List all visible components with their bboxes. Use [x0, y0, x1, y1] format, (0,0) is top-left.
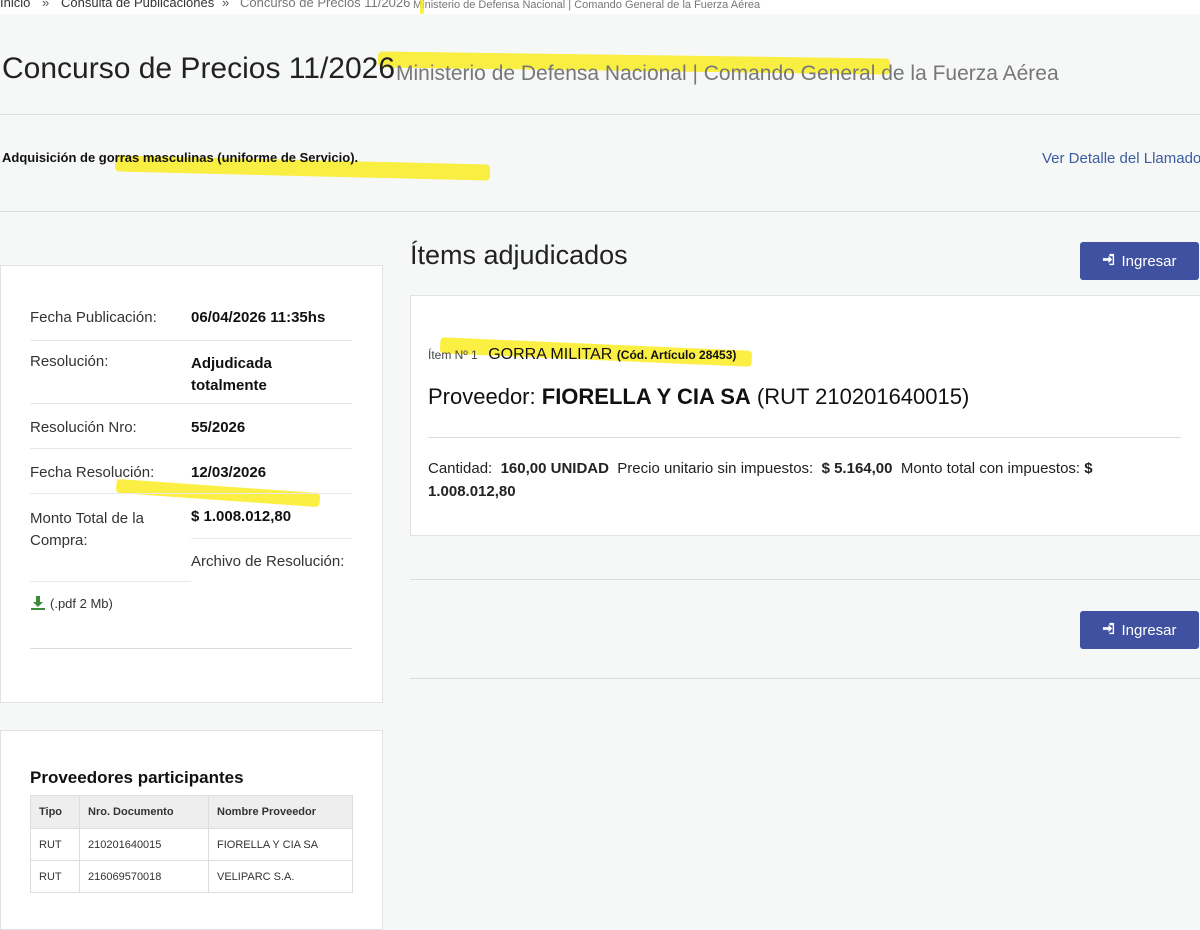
- value-resolucion-nro: 55/2026: [191, 419, 246, 436]
- label-archivo-resolucion: Archivo de Resolución:: [191, 553, 345, 570]
- value-fecha-resolucion: 12/03/2026: [191, 464, 267, 481]
- cantidad-value: 160,00 UNIDAD: [500, 460, 609, 477]
- item-title: Ítem Nº 1 GORRA MILITAR (Cód. Artículo 2…: [428, 346, 736, 364]
- detail-link[interactable]: Ver Detalle del Llamado: [1042, 150, 1200, 167]
- items-heading: Ítems adjudicados: [410, 240, 628, 270]
- ingresar-button-top[interactable]: Ingresar: [1080, 242, 1199, 280]
- value-fecha-publicacion: 06/04/2026 11:35hs: [191, 309, 326, 326]
- item-number: Ítem Nº 1: [428, 348, 478, 362]
- item-proveedor: Proveedor: FIORELLA Y CIA SA (RUT 210201…: [428, 384, 969, 410]
- ingresar-label: Ingresar: [1121, 252, 1177, 270]
- sign-in-icon: [1102, 253, 1115, 270]
- item-details: Cantidad: 160,00 UNIDAD Precio unitario …: [428, 457, 1128, 503]
- label-resolucion: Resolución:: [30, 353, 109, 370]
- cell-tipo: RUT: [30, 860, 80, 893]
- breadcrumb-current-org: Ministerio de Defensa Nacional | Comando…: [413, 0, 761, 11]
- value-monto-total: $ 1.008.012,80: [191, 508, 292, 525]
- proveedores-table: Tipo Nro. Documento Nombre Proveedor RUT…: [30, 795, 353, 893]
- item-name: GORRA MILITAR: [488, 346, 613, 363]
- file-info: (.pdf 2 Mb): [50, 595, 113, 611]
- table-header-row: Tipo Nro. Documento Nombre Proveedor: [30, 795, 353, 829]
- value-resolucion: Adjudicada totalmente: [191, 355, 272, 394]
- column-header-tipo: Tipo: [30, 795, 80, 829]
- cell-documento: 216069570018: [79, 860, 209, 893]
- proveedor-rut: (RUT 210201640015): [756, 384, 970, 409]
- table-row: RUT 216069570018 VELIPARC S.A.: [30, 860, 353, 893]
- call-description: Adquisición de gorras masculinas (unifor…: [2, 150, 359, 165]
- label-resolucion-nro: Resolución Nro:: [30, 419, 137, 436]
- breadcrumb-consulta[interactable]: Consulta de Publicaciones: [61, 0, 214, 10]
- proveedores-title: Proveedores participantes: [30, 768, 244, 787]
- column-header-documento: Nro. Documento: [79, 795, 209, 829]
- table-row: RUT 210201640015 FIORELLA Y CIA SA: [30, 828, 353, 861]
- proveedor-name: FIORELLA Y CIA SA: [541, 384, 751, 409]
- ingresar-label: Ingresar: [1121, 621, 1177, 639]
- label-monto-total: Monto Total de la Compra:: [30, 510, 144, 549]
- cantidad-label: Cantidad:: [428, 460, 493, 477]
- column-header-nombre: Nombre Proveedor: [208, 795, 353, 829]
- precio-value: $ 5.164,00: [821, 460, 893, 477]
- proveedor-label: Proveedor:: [428, 384, 536, 409]
- monto-label: Monto total con impuestos:: [900, 460, 1081, 477]
- page-organization: Ministerio de Defensa Nacional | Comando…: [396, 62, 1059, 85]
- cell-documento: 210201640015: [79, 828, 209, 861]
- resolution-file-download[interactable]: (.pdf 2 Mb): [30, 595, 113, 611]
- breadcrumb: Inicio » Consulta de Publicaciones » Con…: [0, 0, 1200, 14]
- cell-nombre: VELIPARC S.A.: [208, 860, 353, 893]
- breadcrumb-separator: »: [42, 0, 50, 10]
- breadcrumb-separator: »: [222, 0, 230, 10]
- sign-in-icon: [1102, 622, 1115, 639]
- page-title: Concurso de Precios 11/2026: [2, 52, 396, 85]
- cell-tipo: RUT: [30, 828, 80, 861]
- item-code: (Cód. Artículo 28453): [616, 348, 737, 362]
- precio-label: Precio unitario sin impuestos:: [617, 460, 814, 477]
- breadcrumb-home[interactable]: Inicio: [0, 0, 30, 10]
- label-fecha-resolucion: Fecha Resolución:: [30, 464, 155, 481]
- breadcrumb-current: Concurso de Precios 11/2026: [240, 0, 411, 10]
- label-fecha-publicacion: Fecha Publicación:: [30, 309, 157, 326]
- download-icon: [30, 595, 46, 611]
- cell-nombre: FIORELLA Y CIA SA: [208, 828, 353, 861]
- ingresar-button-bottom[interactable]: Ingresar: [1080, 611, 1199, 649]
